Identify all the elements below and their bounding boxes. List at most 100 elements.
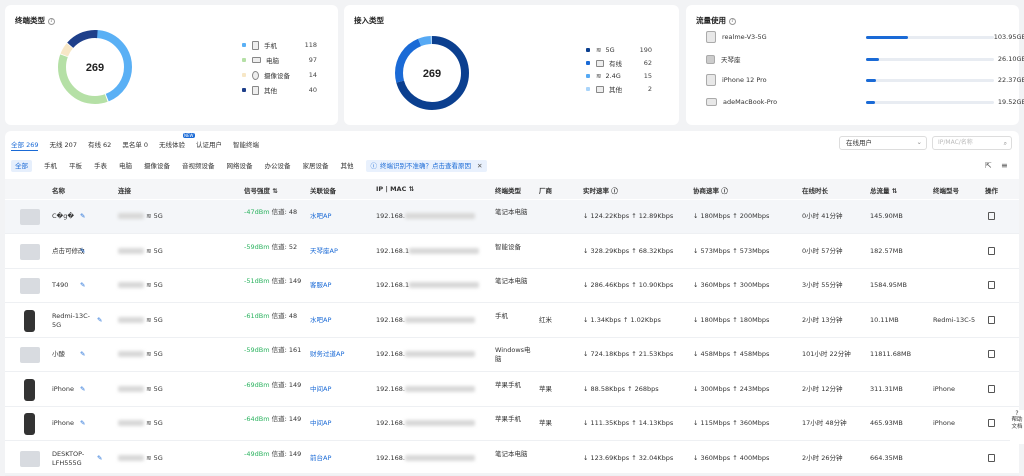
col-ip-mac[interactable]: IP | MAC ⇅ <box>376 185 414 193</box>
edit-name-icon[interactable]: ✎ <box>80 281 85 290</box>
associated-ap-link[interactable]: 中间AP <box>310 385 331 394</box>
traffic-row: iPhone 12 Pro 22.37GB <box>706 73 1024 87</box>
tab-auth-users[interactable]: 认证用户 <box>196 139 222 151</box>
table-row[interactable]: 点击可修改 ✎ ≋ 5G -59dBm 信道: 52 天琴座AP 192.168… <box>5 235 1019 269</box>
table-row[interactable]: iPhone ✎ ≋ 5G -64dBm 信道: 149 中间AP 192.16… <box>5 407 1019 441</box>
terminal-type: 手机 <box>495 311 508 320</box>
associated-ap-link[interactable]: 水吧AP <box>310 316 331 325</box>
legend-dot <box>242 58 246 62</box>
col-vendor: 厂商 <box>539 187 552 195</box>
notice-banner[interactable]: ⓘ 终端识别不准确？点击查看原因 ✕ <box>365 160 488 172</box>
tab-wired[interactable]: 有线 62 <box>88 139 111 151</box>
column-settings-icon[interactable]: ≡ <box>1001 161 1008 170</box>
help-icon[interactable]: ? <box>48 17 55 25</box>
terminal-type: 笔记本电脑 <box>495 277 528 285</box>
chip-computer[interactable]: 电脑 <box>119 160 132 172</box>
col-negotiated-rate[interactable]: 协商速率 ⓘ <box>693 185 728 195</box>
edit-name-icon[interactable]: ✎ <box>97 316 102 325</box>
connection-info: ≋ 5G <box>118 350 163 359</box>
device-name: C�g� <box>52 212 74 220</box>
connection-info: ≋ 5G <box>118 247 163 256</box>
associated-ap-link[interactable]: 中间AP <box>310 419 331 428</box>
detail-icon[interactable] <box>988 350 995 358</box>
phone-thumbnail-icon <box>24 309 35 332</box>
tab-smart-terminal[interactable]: 智能终端 <box>233 139 259 151</box>
device-name: Redmi-13C-5G <box>52 311 90 329</box>
col-realtime-rate[interactable]: 实时速率 ⓘ <box>583 185 618 195</box>
vendor: 苹果 <box>539 419 552 427</box>
realtime-rate: ↓ 111.35Kbps ↑ 14.13Kbps <box>583 419 674 427</box>
terminal-type: 笔记本电脑 <box>495 208 528 216</box>
realtime-rate: ↓ 286.46Kbps ↑ 10.90Kbps <box>583 281 674 289</box>
total-traffic: 145.90MB <box>870 212 903 220</box>
device-name: 小酸 <box>52 350 65 358</box>
associated-ap-link[interactable]: 天琴座AP <box>310 247 338 256</box>
col-connection: 连接 <box>118 187 131 195</box>
chip-network[interactable]: 网络设备 <box>227 160 253 172</box>
table-row[interactable]: iPhone ✎ ≋ 5G -69dBm 信道: 149 中间AP 192.16… <box>5 373 1019 407</box>
chip-other[interactable]: 其他 <box>341 160 354 172</box>
edit-name-icon[interactable]: ✎ <box>80 385 85 394</box>
tab-wireless-experience[interactable]: 无线体验 NEW <box>159 133 195 151</box>
traffic-card: 流量使用? realme-V3-5G 103.95GB 天琴座 26.10GB iP… <box>686 5 1024 125</box>
edit-name-icon[interactable]: ✎ <box>80 419 85 428</box>
chip-watch[interactable]: 手表 <box>94 160 107 172</box>
edit-name-icon[interactable]: ✎ <box>80 247 85 256</box>
search-input[interactable]: IP/MAC/名称 ⌕ <box>932 136 1012 150</box>
table-row[interactable]: C�g� ✎ ≋ 5G -47dBm 信道: 48 水吧AP 192.168. … <box>5 200 1019 234</box>
chip-home[interactable]: 家居设备 <box>303 160 329 172</box>
table-row[interactable]: DESKTOP-LFH555G ✎ ≋ 5G -49dBm 信道: 149 前台… <box>5 442 1019 476</box>
export-icon[interactable]: ⇱ <box>985 161 992 170</box>
signal-strength: -49dBm 信道: 149 <box>244 449 302 458</box>
new-badge: NEW <box>183 133 195 138</box>
associated-ap-link[interactable]: 财务过道AP <box>310 350 344 359</box>
tab-blacklist[interactable]: 黑名单 0 <box>122 139 148 151</box>
table-header: 名称 连接 信号强度 ⇅ 关联设备 IP | MAC ⇅ 终端类型 厂商 实时速… <box>5 179 1019 199</box>
table-row[interactable]: T490 ✎ ≋ 5G -51dBm 信道: 149 客服AP 192.168.… <box>5 269 1019 303</box>
legend-computer: 电脑 97 <box>242 54 317 66</box>
signal-strength: -64dBm 信道: 149 <box>244 415 302 423</box>
total-traffic: 1584.95MB <box>870 281 907 289</box>
connection-info: ≋ 5G <box>118 281 163 290</box>
detail-icon[interactable] <box>988 315 995 324</box>
legend-wired: 有线 62 <box>586 57 652 69</box>
associated-ap-link[interactable]: 前台AP <box>310 454 331 463</box>
terminal-donut: 269 <box>58 30 132 104</box>
detail-icon[interactable] <box>988 453 995 462</box>
chip-phone[interactable]: 手机 <box>44 160 57 172</box>
chip-tablet[interactable]: 平板 <box>69 160 82 172</box>
detail-icon[interactable] <box>988 212 995 220</box>
help-icon[interactable]: ? <box>729 17 736 25</box>
close-icon[interactable]: ✕ <box>477 160 482 172</box>
detail-icon[interactable] <box>988 419 995 427</box>
terminal-model: iPhone <box>933 419 955 427</box>
tab-wireless[interactable]: 无线 207 <box>49 139 76 151</box>
detail-icon[interactable] <box>988 246 995 255</box>
col-total-traffic[interactable]: 总流量 ⇅ <box>870 185 897 195</box>
detail-icon[interactable] <box>988 281 995 289</box>
realtime-rate: ↓ 1.34Kbps ↑ 1.02Kbps <box>583 315 661 324</box>
table-row[interactable]: 小酸 ✎ ≋ 5G -59dBm 信道: 161 财务过道AP 192.168.… <box>5 338 1019 372</box>
tab-all[interactable]: 全部 269 <box>11 139 39 151</box>
edit-name-icon[interactable]: ✎ <box>80 350 85 359</box>
detail-icon[interactable] <box>988 384 995 393</box>
online-duration: 17小时 48分钟 <box>802 419 847 427</box>
chip-av[interactable]: 音视频设备 <box>182 160 215 172</box>
associated-ap-link[interactable]: 水吧AP <box>310 212 331 221</box>
traffic-row: realme-V3-5G 103.95GB <box>706 30 1024 44</box>
edit-name-icon[interactable]: ✎ <box>97 454 102 463</box>
chip-all[interactable]: 全部 <box>11 160 32 172</box>
col-signal[interactable]: 信号强度 ⇅ <box>244 185 278 195</box>
online-duration: 0小时 57分钟 <box>802 246 843 255</box>
chip-camera[interactable]: 摄像设备 <box>144 160 170 172</box>
status-select[interactable]: 在线用户 <box>839 136 927 150</box>
table-row[interactable]: Redmi-13C-5G ✎ ≋ 5G -61dBm 信道: 48 水吧AP 1… <box>5 304 1019 338</box>
negotiated-rate: ↓ 360Mbps ↑ 300Mbps <box>693 281 770 289</box>
chip-office[interactable]: 办公设备 <box>265 160 291 172</box>
help-doc-button[interactable]: ? 帮助文档 <box>1010 410 1024 444</box>
search-icon[interactable]: ⌕ <box>1004 138 1007 150</box>
realtime-rate: ↓ 88.58Kbps ↑ 268bps <box>583 384 659 393</box>
edit-name-icon[interactable]: ✎ <box>80 212 85 221</box>
device-name: iPhone <box>52 384 74 393</box>
associated-ap-link[interactable]: 客服AP <box>310 281 331 290</box>
